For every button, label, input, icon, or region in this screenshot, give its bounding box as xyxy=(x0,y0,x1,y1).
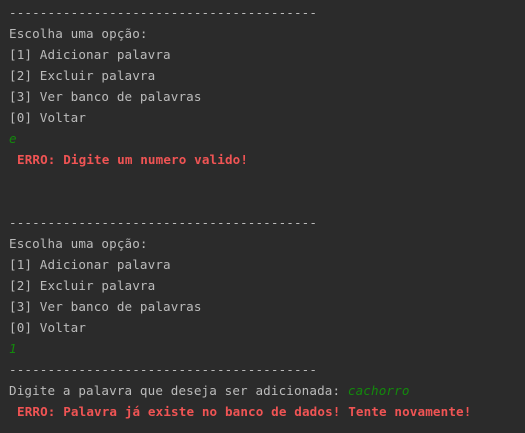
menu-option-add: [1] Adicionar palavra xyxy=(9,47,171,62)
menu-prompt: Escolha uma opção: xyxy=(9,26,148,41)
menu-option-view: [3] Ver banco de palavras xyxy=(9,299,202,314)
menu-option-back: [0] Voltar xyxy=(9,320,87,335)
console-output[interactable]: ----------------------------------------… xyxy=(0,0,525,433)
menu-option-view: [3] Ver banco de palavras xyxy=(9,89,202,104)
user-input-text: e xyxy=(9,131,17,146)
menu-option-delete: [2] Excluir palavra xyxy=(9,278,156,293)
user-input-text: 1 xyxy=(9,341,17,356)
menu-option-delete: [2] Excluir palavra xyxy=(9,68,156,83)
word-prompt-line: Digite a palavra que deseja ser adiciona… xyxy=(9,380,525,401)
word-input-text: cachorro xyxy=(347,383,410,398)
separator-line: ---------------------------------------- xyxy=(9,215,318,230)
menu-option-add: [1] Adicionar palavra xyxy=(9,257,171,272)
separator-line: ---------------------------------------- xyxy=(9,362,318,377)
word-prompt: Digite a palavra que deseja ser adiciona… xyxy=(9,383,348,398)
menu-option-back: [0] Voltar xyxy=(9,110,87,125)
error-message: ERRO: Digite um numero valido! xyxy=(17,152,249,167)
menu-prompt: Escolha uma opção: xyxy=(9,236,148,251)
separator-line: ---------------------------------------- xyxy=(9,5,318,20)
error-message: ERRO: Palavra já existe no banco de dado… xyxy=(17,404,472,419)
